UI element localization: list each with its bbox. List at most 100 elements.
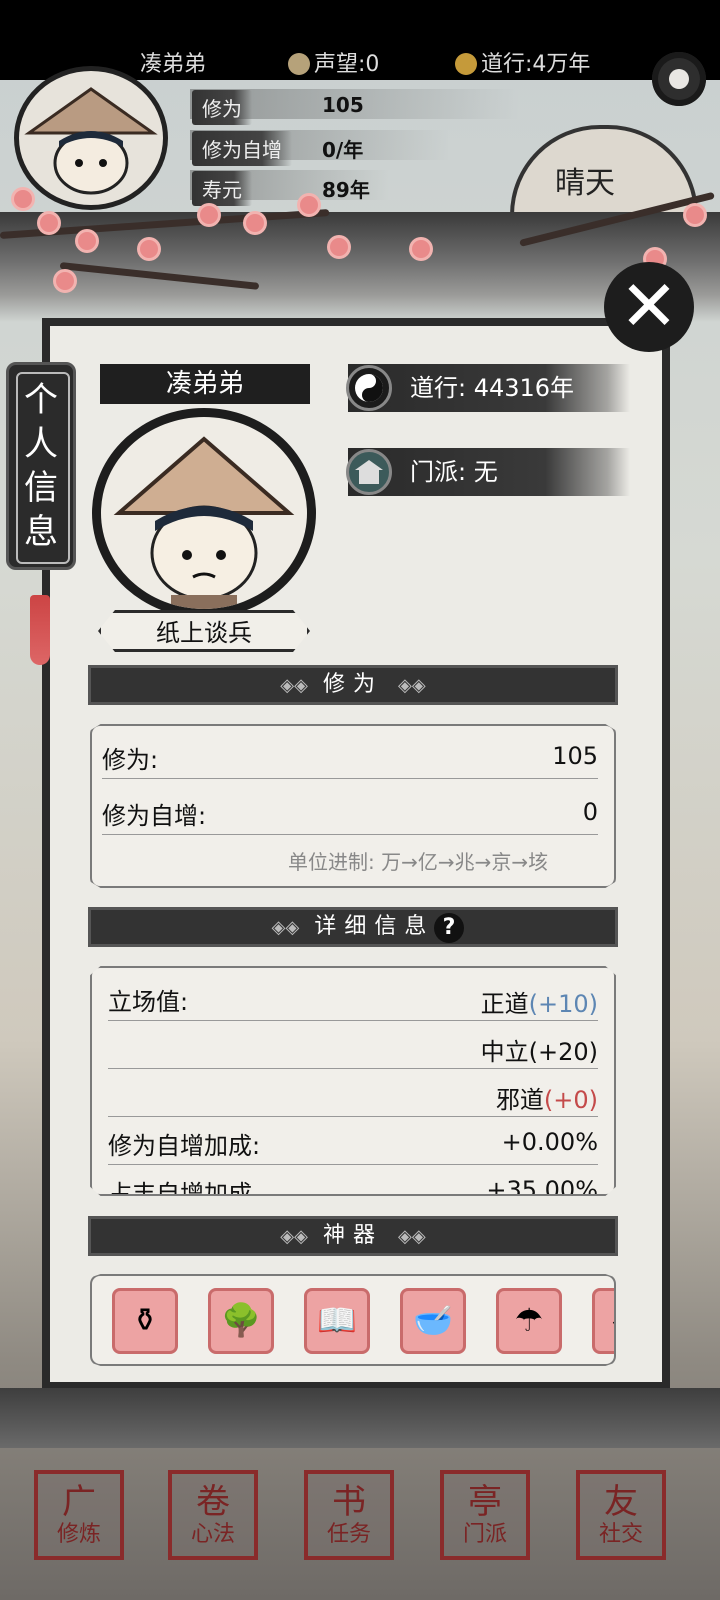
stance-evil-value: (+0)	[543, 1086, 598, 1114]
artifact-slot[interactable]: 🌳	[208, 1288, 274, 1354]
artifacts-box: ⚱ 🌳 📖 🥣 ☂ ◆	[90, 1274, 616, 1366]
blossom-icon	[246, 214, 264, 232]
top-avatar[interactable]	[14, 66, 168, 210]
artifact-slot[interactable]: ◆	[592, 1288, 614, 1354]
row-value: 0	[582, 798, 598, 826]
blossom-icon	[686, 206, 704, 224]
close-icon: ✕	[619, 265, 679, 347]
section-header-artifacts: ◈◈ 神器 ◈◈	[88, 1216, 618, 1256]
stance-label: 立场值:	[108, 988, 189, 1016]
nav-tasks[interactable]: 书 任务	[304, 1470, 394, 1560]
daoxing-display: 道行:4万年	[455, 46, 590, 78]
character-title-badge: 纸上谈兵	[98, 610, 310, 652]
row-value: 105	[552, 742, 598, 770]
cut-off-label: 占丰自增加成	[108, 1180, 252, 1196]
fan-icon: ◆	[613, 1301, 614, 1339]
jade-pendant-icon: ⚱	[131, 1301, 159, 1339]
daoxing-info-text: 道行: 44316年	[410, 374, 575, 402]
stance-evil: 邪道(+0)	[496, 1080, 598, 1115]
diamond-ornament-icon: ◈◈	[271, 917, 300, 938]
character-avatar-icon	[113, 436, 295, 609]
tassel-decoration	[30, 595, 50, 665]
yin-yang-icon	[455, 53, 477, 75]
section-header-cultivation: ◈◈ 修为 ◈◈	[88, 665, 618, 705]
nav-label: 任务	[326, 1522, 371, 1547]
daoxing-text: 道行:4万年	[481, 52, 591, 77]
stance-neutral: 中立(+20)	[480, 1038, 598, 1066]
cut-off-row: 占丰自增加成 +35.00%	[108, 1164, 598, 1196]
row-label: 修为自增:	[102, 802, 207, 830]
nav-sect[interactable]: 亭 门派	[440, 1470, 530, 1560]
bowl-icon: 🥣	[413, 1301, 453, 1339]
cultivate-icon: 广	[62, 1482, 96, 1522]
artifact-slot[interactable]: ☂	[496, 1288, 562, 1354]
artifact-slot[interactable]: 🥣	[400, 1288, 466, 1354]
blossom-icon	[14, 190, 32, 208]
blossom-icon	[140, 240, 158, 258]
player-name-top: 凑弟弟	[140, 52, 207, 77]
section-title-details: 详细信息	[314, 914, 435, 939]
reputation-text: 声望:0	[314, 52, 380, 77]
stance-righteous: 正道(+10)	[481, 984, 598, 1019]
settings-gear-icon[interactable]	[652, 52, 706, 106]
blossom-icon	[78, 232, 96, 250]
temple-icon	[346, 449, 392, 495]
pavilion-icon: 亭	[468, 1482, 502, 1522]
unit-note: 单位进制: 万→亿→兆→京→垓	[288, 850, 549, 874]
character-portrait-icon	[24, 87, 158, 195]
bottom-shelf	[0, 1388, 720, 1448]
bonus-value: +0.00%	[501, 1128, 598, 1156]
diamond-ornament-icon: ◈◈	[280, 675, 308, 696]
stance-neutral-row: 中立(+20)	[108, 1020, 598, 1069]
close-button[interactable]: ✕	[604, 262, 694, 352]
life-label: 寿元	[192, 171, 252, 206]
section-header-details: ◈◈ 详细信息	[88, 907, 618, 947]
weather-text: 晴天	[555, 166, 615, 201]
help-icon[interactable]: ?	[434, 913, 464, 943]
auto-label: 修为自增	[192, 131, 292, 166]
social-icon: 友	[604, 1482, 638, 1522]
golden-tree-icon: 🌳	[221, 1301, 261, 1339]
sect-info-text: 门派: 无	[410, 458, 498, 486]
nav-label: 心法	[190, 1522, 235, 1547]
nav-social[interactable]: 友 社交	[576, 1470, 666, 1560]
blossom-icon	[40, 214, 58, 232]
reputation-display: 声望:0	[288, 46, 379, 78]
yin-yang-icon	[346, 365, 392, 411]
cultivation-label: 修为	[192, 90, 252, 125]
nav-label: 门派	[462, 1522, 507, 1547]
details-box[interactable]: 立场值: 正道(+10) 中立(+20) 邪道(+0) 修为自增加成: +0.0…	[90, 966, 616, 1196]
stance-righteous-value: (+10)	[528, 990, 598, 1018]
blossom-icon	[412, 240, 430, 258]
blossom-icon	[56, 272, 74, 290]
bonus-row: 修为自增加成: +0.00%	[108, 1116, 598, 1165]
diamond-ornament-icon: ◈◈	[398, 675, 426, 696]
tab-personal-info-label: 个人信息	[24, 380, 58, 552]
stance-evil-label: 邪道	[495, 1086, 544, 1114]
nav-label: 修炼	[56, 1522, 101, 1547]
artifact-slot[interactable]: 📖	[304, 1288, 370, 1354]
umbrella-icon: ☂	[514, 1301, 544, 1339]
task-book-icon: 书	[332, 1482, 366, 1522]
nav-label: 社交	[598, 1522, 643, 1547]
life-value: 89年	[322, 178, 370, 202]
cut-off-value: +35.00%	[486, 1176, 598, 1196]
stance-righteous-label: 正道	[480, 990, 529, 1018]
row-label: 修为:	[102, 746, 159, 774]
diamond-ornament-icon: ◈◈	[398, 1226, 426, 1247]
stance-evil-row: 邪道(+0)	[108, 1068, 598, 1117]
nav-method[interactable]: 卷 心法	[168, 1470, 258, 1560]
cultivation-value: 105	[322, 93, 364, 117]
bonus-label: 修为自增加成:	[108, 1132, 261, 1160]
section-title-cultivation: 修为	[322, 672, 383, 697]
artifact-slot[interactable]: ⚱	[112, 1288, 178, 1354]
blossom-icon	[330, 238, 348, 256]
cultivation-row: 修为: 105	[102, 730, 598, 779]
book-icon: 📖	[317, 1301, 357, 1339]
cultivation-auto-row: 修为自增: 0	[102, 786, 598, 835]
blossom-icon	[200, 206, 218, 224]
character-portrait	[92, 408, 316, 618]
stance-row: 立场值: 正道(+10)	[108, 972, 598, 1021]
scroll-icon: 卷	[196, 1482, 230, 1522]
nav-cultivate[interactable]: 广 修炼	[34, 1470, 124, 1560]
